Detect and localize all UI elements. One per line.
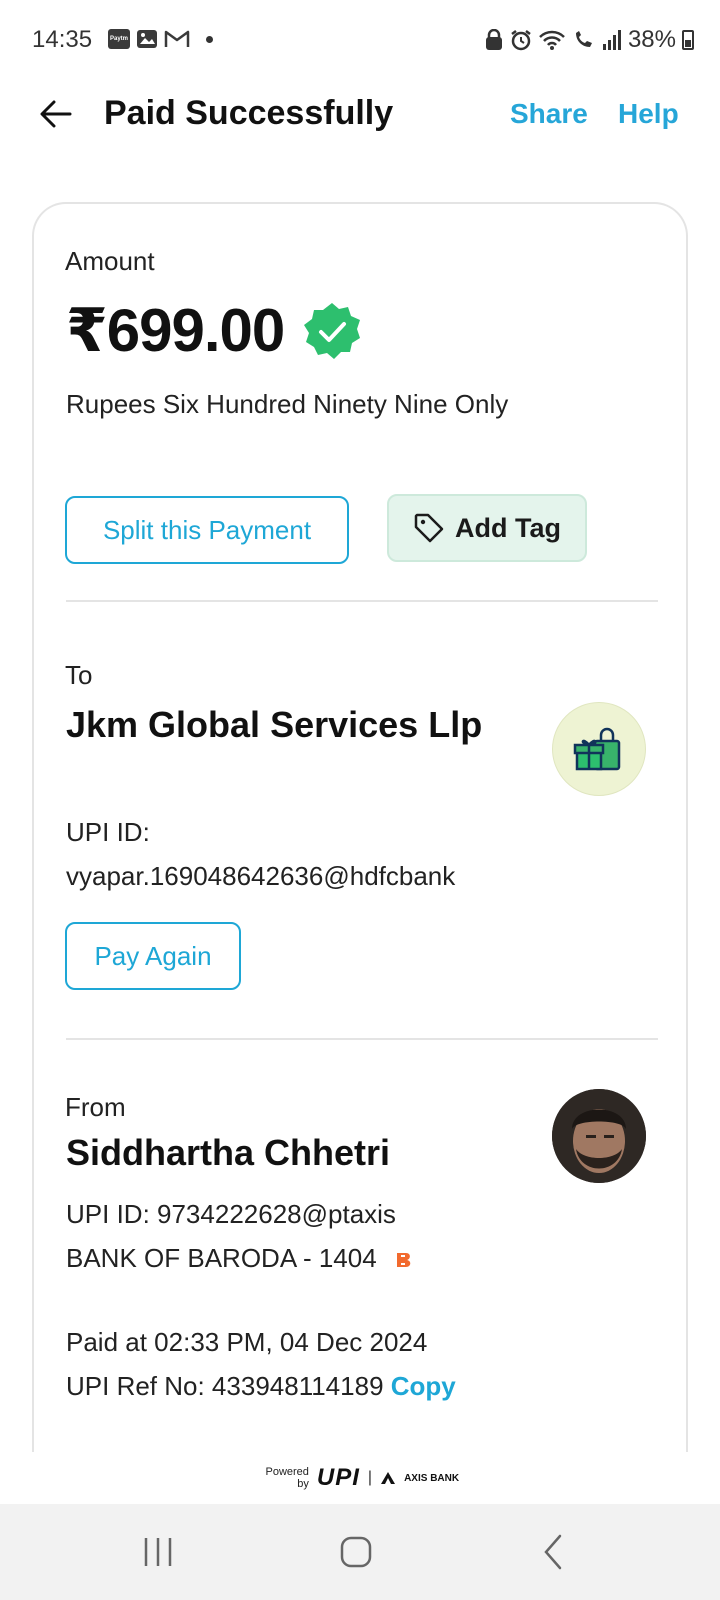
- powered-by-text: Powered by: [265, 1466, 309, 1490]
- receipt-card: Amount ₹699.00 Rupees Six Hundred Ninety…: [32, 202, 688, 1452]
- share-button[interactable]: Share: [510, 98, 588, 130]
- signal-icon: [602, 30, 621, 50]
- payee-name: Jkm Global Services Llp: [66, 704, 483, 745]
- wifi-icon: [539, 30, 565, 50]
- payer-bank-row: BANK OF BARODA - 1404: [66, 1236, 414, 1280]
- axis-bank-text: AXIS BANK: [404, 1472, 460, 1484]
- payer-upi-id: UPI ID: 9734222628@ptaxis: [66, 1199, 396, 1229]
- add-tag-button[interactable]: Add Tag: [387, 494, 587, 562]
- status-bar: 14:35 Paytm 38%: [0, 0, 720, 80]
- axis-bank-logo-icon: [381, 1472, 396, 1484]
- paid-at: Paid at 02:33 PM, 04 Dec 2024: [66, 1327, 428, 1357]
- avatar: [552, 1089, 646, 1183]
- dot-icon: [206, 35, 213, 43]
- gallery-icon: [137, 30, 157, 48]
- notification-icons: Paytm: [108, 29, 213, 49]
- payer-name: Siddhartha Chhetri: [66, 1132, 391, 1173]
- call-icon: [575, 31, 592, 47]
- back-arrow-icon[interactable]: [36, 94, 76, 134]
- battery-icon: [682, 30, 694, 50]
- app-header: Paid Successfully Share Help: [0, 80, 720, 152]
- to-label: To: [65, 660, 93, 690]
- user-photo: [552, 1089, 646, 1183]
- divider: [66, 1038, 658, 1040]
- payee-upi-id: vyapar.169048642636@hdfcbank: [66, 861, 456, 891]
- merchant-avatar: [552, 702, 646, 796]
- recent-apps-icon[interactable]: [138, 1532, 178, 1572]
- split-payment-button[interactable]: Split this Payment: [65, 496, 349, 564]
- paytm-icon: Paytm: [108, 29, 130, 49]
- bank-of-baroda-logo-icon: [396, 1253, 411, 1268]
- payer-bank: BANK OF BARODA - 1404: [66, 1243, 377, 1273]
- shopping-gift-icon: [573, 727, 621, 771]
- from-label: From: [65, 1092, 126, 1122]
- amount-value: ₹699.00: [66, 297, 285, 364]
- status-time: 14:35: [32, 26, 93, 53]
- amount-label: Amount: [65, 246, 155, 276]
- ref-row: UPI Ref No: 433948114189 Copy: [66, 1364, 456, 1408]
- powered-by-footer: Powered by UPI | AXIS BANK: [0, 1452, 720, 1504]
- upi-logo: UPI: [316, 1464, 360, 1491]
- pay-again-button[interactable]: Pay Again: [65, 922, 241, 990]
- add-tag-label: Add Tag: [455, 512, 561, 543]
- copy-ref-button[interactable]: Copy: [391, 1371, 456, 1401]
- separator: |: [367, 1469, 373, 1486]
- gmail-icon: [164, 30, 190, 47]
- alarm-icon: [511, 30, 531, 51]
- home-icon[interactable]: [336, 1532, 376, 1572]
- page-title: Paid Successfully: [104, 94, 394, 132]
- divider: [66, 600, 658, 602]
- system-icons: 38%: [484, 26, 694, 54]
- verified-badge-icon: [304, 303, 361, 359]
- lock-icon: [485, 29, 502, 50]
- system-nav-bar: [0, 1504, 720, 1600]
- battery-percent: 38%: [627, 26, 676, 53]
- help-button[interactable]: Help: [618, 98, 679, 130]
- amount-in-words: Rupees Six Hundred Ninety Nine Only: [66, 389, 509, 419]
- nav-back-icon[interactable]: [534, 1532, 574, 1572]
- amount-row: ₹699.00: [66, 296, 362, 366]
- payee-upi-label: UPI ID:: [66, 817, 150, 847]
- tag-icon: [414, 513, 444, 543]
- upi-ref-no: UPI Ref No: 433948114189: [66, 1371, 384, 1401]
